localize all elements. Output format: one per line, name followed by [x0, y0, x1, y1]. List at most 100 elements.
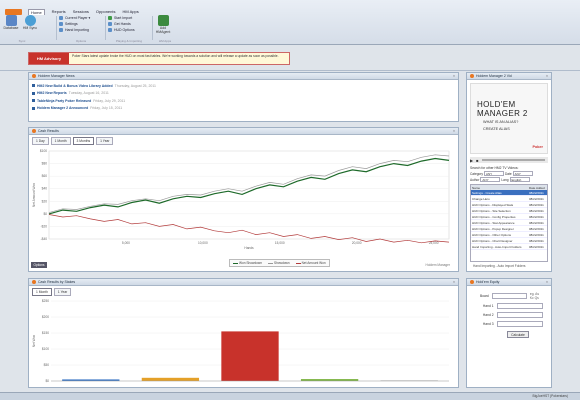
legend-net-amount-won[interactable]: Net Amount Won: [295, 261, 326, 265]
news-item[interactable]: HM2 New Reports Tuesday, August 16, 2011: [32, 90, 455, 98]
y-tick-label: $60: [42, 174, 48, 178]
news-item[interactable]: Holdem Manager 2 Announced Friday, July 1…: [32, 105, 455, 113]
video-title: HOLD'EM MANAGER 2: [477, 100, 528, 118]
hand3-input[interactable]: [496, 321, 543, 327]
cash-results-header: Cash Results ×: [29, 128, 458, 135]
cash-results-panel: Cash Results × 1 Day 1 Month 3 Months 1 Y…: [28, 127, 459, 272]
news-item[interactable]: TableNinja Party Poker Released Friday, J…: [32, 97, 455, 105]
legend-won-showdown[interactable]: Won Showdown: [233, 261, 262, 265]
author-select[interactable]: ANY: [480, 177, 501, 182]
tab-1-year[interactable]: 1 Year: [53, 288, 72, 296]
x-tick-label: 15,000: [275, 241, 285, 245]
download-icon: [108, 22, 112, 26]
video-list: Name Date Added Settings - Create Alias 08…: [470, 184, 548, 262]
hand2-input[interactable]: [496, 312, 543, 318]
x-tick-label: 20,000: [352, 241, 362, 245]
sync-icon: [24, 15, 36, 26]
chart-legend: Won Showdown Showdown Net Amount Won: [229, 259, 330, 267]
y-tick-label: -$40: [41, 237, 48, 241]
apps-group: Add HMAgent HM Apps: [155, 15, 175, 43]
seek-bar[interactable]: [481, 159, 545, 161]
current-user: BigJoeHST (Pokerstars): [532, 394, 568, 398]
filter-row: Author ANY Lang English: [470, 177, 548, 182]
news-item[interactable]: HM2 New Build & Bonus Video Library Adde…: [32, 82, 455, 90]
ribbon-separator: [152, 16, 153, 40]
tab-1-year[interactable]: 1 Year: [96, 137, 114, 145]
y-tick-label: $0: [45, 379, 49, 383]
database-button[interactable]: Database: [3, 15, 19, 31]
stakes-header: Cash Results by Stakes ×: [29, 279, 458, 286]
date-select[interactable]: ANY: [512, 171, 533, 176]
ribbon-separator: [105, 16, 106, 40]
equity-panel: Hold'em Equity × Board eg. As Kc Qs Hand 1…: [466, 278, 552, 388]
board-row: Board eg. As Kc Qs: [479, 292, 540, 300]
x-tick-label: 5,000: [122, 241, 130, 245]
videos-header: Holdem Manager 2 Vid ×: [467, 73, 551, 80]
tab-1-month[interactable]: 1 Month: [50, 137, 71, 145]
hm-advisory: HM Advisory Poker Stars latest update br…: [28, 52, 290, 65]
video-status: Hand Importing - Auto Import Folders: [473, 264, 526, 268]
stakes-panel: Cash Results by Stakes × 1 Month 1 Year $…: [28, 278, 459, 388]
options-button[interactable]: Options: [31, 262, 47, 268]
panel-icon: [32, 74, 36, 78]
close-icon[interactable]: ×: [453, 74, 455, 78]
video-topic: WHAT IS AN ALIAS?: [483, 120, 519, 124]
videos-panel: Holdem Manager 2 Vid × HOLD'EM MANAGER 2 …: [466, 72, 552, 272]
hand-importing-button[interactable]: Hand Importing: [59, 27, 103, 33]
news-panel: Holdem Manager News × HM2 New Build & Bon…: [28, 72, 459, 122]
close-icon[interactable]: ×: [546, 280, 548, 284]
play-icon: [108, 16, 112, 20]
video-logo: Poker: [532, 145, 543, 149]
hm-sync-button[interactable]: HM Sync: [22, 15, 38, 31]
stop-icon[interactable]: ■: [476, 158, 478, 163]
sync-group: Database HM Sync Sync: [3, 15, 41, 43]
y-tick-label: $0: [43, 212, 47, 216]
close-icon[interactable]: ×: [453, 280, 455, 284]
import-icon: [59, 28, 63, 32]
bullet-icon: [32, 99, 35, 103]
advisory-text: Poker Stars latest update broke the HUD …: [72, 54, 279, 58]
hand1-input[interactable]: [496, 303, 543, 309]
legend-showdown[interactable]: Showdown: [267, 261, 290, 265]
bullet-icon: [32, 84, 35, 88]
play-icon[interactable]: ▶: [470, 158, 473, 163]
hand1-row: Hand 1: [475, 303, 543, 309]
stakes-chart: $250 $200 $150 $100 $50 $0 Net Won: [32, 299, 449, 383]
y-axis-label: Net Amount Won: [32, 183, 36, 207]
status-bar: BigJoeHST (Pokerstars): [0, 392, 580, 400]
options-group: Current Player ▾ Settings Hand Importing…: [59, 15, 103, 43]
y-tick-label: $100: [42, 347, 49, 351]
hand2-row: Hand 2: [475, 312, 543, 318]
close-icon[interactable]: ×: [453, 129, 455, 133]
video-row[interactable]: Hand Importing - Auto-Import Folders 08/2…: [471, 244, 547, 250]
video-player[interactable]: HOLD'EM MANAGER 2 WHAT IS AN ALIAS? CREA…: [470, 83, 548, 154]
hud-options-button[interactable]: HUD Options: [108, 27, 150, 33]
bar: [141, 377, 200, 381]
y-axis-label: Net Won: [32, 335, 36, 348]
video-search-label: Search for other HM2 TV Videos:: [470, 166, 519, 170]
bar: [221, 331, 279, 381]
divider: [0, 70, 580, 71]
advisory-tag: HM Advisory: [29, 53, 69, 64]
filter-row: Category ANY Date ANY: [470, 171, 548, 176]
y-tick-label: $50: [44, 363, 50, 367]
equity-form: Board eg. As Kc Qs Hand 1 Hand 2 Hand 3 C…: [467, 286, 551, 344]
calculate-button[interactable]: Calculate: [507, 331, 529, 338]
y-tick-label: -$20: [41, 224, 48, 228]
panel-icon: [470, 74, 474, 78]
language-select[interactable]: English: [509, 177, 530, 182]
y-tick-label: $100: [40, 149, 47, 153]
add-hmagent-button[interactable]: Add HMAgent: [155, 15, 171, 35]
category-select[interactable]: ANY: [483, 171, 504, 176]
tab-3-months[interactable]: 3 Months: [72, 137, 95, 145]
tab-1-month[interactable]: 1 Month: [32, 288, 52, 296]
board-input[interactable]: [491, 293, 527, 299]
close-icon[interactable]: ×: [546, 74, 548, 78]
hand3-row: Hand 3: [475, 321, 543, 327]
tab-1-day[interactable]: 1 Day: [32, 137, 49, 145]
y-tick-label: $20: [42, 199, 48, 203]
cash-results-chart: $100 $80 $60 $40 $20 $0 -$20 -$40 5,000 10,000 15,…: [32, 149, 450, 250]
x-tick-label: 10,000: [198, 241, 208, 245]
news-header: Holdem Manager News ×: [29, 73, 458, 80]
holdem-manager-window: Home Reports Sessions Opponents HM Apps …: [0, 0, 580, 400]
